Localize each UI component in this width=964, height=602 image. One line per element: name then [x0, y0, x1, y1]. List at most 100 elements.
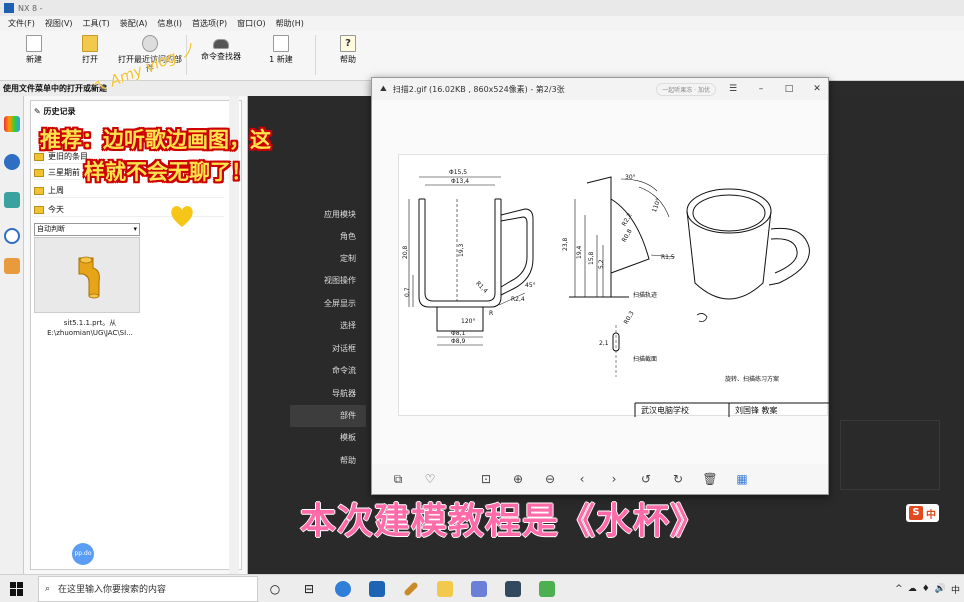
- technical-drawing: Φ15,5 Φ13,4 20,8 19,3 0,7 R1,4 R2,4 Φ8,1…: [398, 154, 829, 417]
- paint-brush-icon[interactable]: [394, 575, 428, 602]
- cup-drawing-svg: Φ15,5 Φ13,4 20,8 19,3 0,7 R1,4 R2,4 Φ8,1…: [402, 169, 829, 417]
- menu-tools[interactable]: 工具(T): [83, 18, 110, 29]
- context-menu-item[interactable]: 角色: [290, 226, 366, 248]
- minimize-icon[interactable]: –: [750, 84, 772, 94]
- dim-label: R0,8: [621, 228, 634, 244]
- tray-expand-icon[interactable]: ^: [895, 584, 903, 594]
- new-button[interactable]: 新建: [6, 31, 62, 79]
- new2-button[interactable]: 1 新建: [251, 31, 311, 79]
- dim-label: R1,5: [661, 254, 675, 261]
- rotate-left-icon[interactable]: ↺: [630, 472, 662, 486]
- viewer-account-pill[interactable]: 一起听果冻 · 加优: [656, 82, 716, 96]
- context-menu-item[interactable]: 帮助: [290, 450, 366, 472]
- prev-icon[interactable]: ‹: [566, 472, 598, 486]
- part-file-name[interactable]: sit5.1.1.prt。从 E:\zhuomian\UG\JAC\SI...: [30, 318, 150, 338]
- history-group[interactable]: 上周: [34, 184, 224, 198]
- edge-icon[interactable]: [326, 575, 360, 602]
- dim-label: R1,4: [474, 280, 489, 295]
- viewer-app-icon: ⛰: [380, 84, 387, 93]
- menu-icon[interactable]: ☰: [722, 84, 744, 94]
- folder-icon: [34, 205, 44, 214]
- roles-icon[interactable]: [4, 258, 20, 274]
- menu-view[interactable]: 视图(V): [45, 18, 73, 29]
- task-view-icon[interactable]: ⊟: [292, 575, 326, 602]
- heart-icon[interactable]: ♡: [414, 472, 446, 486]
- next-icon[interactable]: ›: [598, 472, 630, 486]
- image-app-icon[interactable]: [530, 575, 564, 602]
- drawing-caption: 扫描截面: [633, 355, 657, 363]
- overlay-caption-line2: 样就不会无聊了！: [84, 160, 252, 184]
- menu-assembly[interactable]: 装配(A): [120, 18, 148, 29]
- windows-start-icon[interactable]: [10, 581, 24, 596]
- context-menu-item[interactable]: 对话框: [290, 338, 366, 360]
- sogou-icon: S: [909, 506, 923, 520]
- dim-label: 120°: [461, 318, 475, 325]
- windows-taskbar: ⌕ 在这里输入你要搜索的内容 ○ ⊟ ^ ☁ ♦ 🔊 中: [0, 574, 964, 602]
- cloud-icon[interactable]: ☁: [908, 584, 917, 594]
- nx-window-title: NX 8 -: [18, 3, 43, 13]
- menu-window[interactable]: 窗口(O): [237, 18, 266, 29]
- menu-info[interactable]: 信息(I): [157, 18, 182, 29]
- context-menu-item[interactable]: 导航器: [290, 383, 366, 405]
- rotate-right-icon[interactable]: ↻: [662, 472, 694, 486]
- crop-icon[interactable]: ⧉: [382, 472, 414, 487]
- viewer-toolbar: ⧉ ♡ ⊡ ⊕ ⊖ ‹ › ↺ ↻ 🗑 ▦: [372, 464, 828, 494]
- web-icon[interactable]: [4, 154, 20, 170]
- history-group-label: 上周: [48, 186, 64, 195]
- grid-icon[interactable]: ▦: [726, 472, 758, 486]
- zoom-out-icon[interactable]: ⊖: [534, 472, 566, 486]
- cortana-icon[interactable]: ○: [258, 575, 292, 602]
- dim-label: Φ13,4: [451, 178, 469, 185]
- palette-icon[interactable]: [4, 116, 20, 132]
- context-menu-item[interactable]: 全屏显示: [290, 293, 366, 315]
- delete-icon[interactable]: 🗑: [694, 472, 726, 486]
- system-tray: ^ ☁ ♦ 🔊 中: [895, 575, 960, 602]
- file-explorer-icon[interactable]: [428, 575, 462, 602]
- dim-label: 15,8: [588, 251, 595, 265]
- navigator-icon[interactable]: [4, 192, 20, 208]
- dim-label: 30°: [625, 174, 636, 181]
- menu-help[interactable]: 帮助(H): [276, 18, 304, 29]
- nx-menubar: 文件(F) 视图(V) 工具(T) 装配(A) 信息(I) 首选项(P) 窗口(…: [0, 16, 964, 31]
- history-filter-select[interactable]: 自动判断 ▾: [34, 223, 140, 236]
- context-menu-item[interactable]: 模板: [290, 427, 366, 449]
- nx-app-icon[interactable]: [496, 575, 530, 602]
- ime-indicator[interactable]: S 中: [906, 504, 939, 522]
- baidu-floating-button[interactable]: pp.do: [72, 543, 94, 565]
- dim-label: 20,8: [402, 245, 409, 259]
- context-menu-item[interactable]: 选择: [290, 315, 366, 337]
- close-icon[interactable]: ✕: [806, 84, 828, 94]
- zoom-in-icon[interactable]: ⊕: [502, 472, 534, 486]
- pin-icon[interactable]: ✎: [34, 107, 44, 116]
- dim-label: 5,2: [598, 259, 605, 269]
- taskbar-search-box[interactable]: ⌕ 在这里输入你要搜索的内容: [38, 575, 258, 602]
- security-icon[interactable]: ♦: [922, 584, 930, 594]
- help-label: 帮助: [340, 55, 356, 64]
- viewer-title: 扫描2.gif (16.02KB , 860x524像素) - 第2/3张: [392, 84, 565, 94]
- context-menu-item[interactable]: 命令流: [290, 360, 366, 382]
- history-icon[interactable]: [4, 228, 20, 244]
- help-button[interactable]: ? 帮助: [320, 31, 376, 79]
- part-thumbnail[interactable]: [34, 237, 140, 313]
- fit-icon[interactable]: ⊡: [470, 472, 502, 486]
- new-label: 新建: [26, 55, 42, 64]
- canvas-decoration: [840, 420, 940, 490]
- drawing-caption: 旋转、扫描练习方案: [725, 375, 779, 383]
- new-file-icon: [273, 35, 289, 52]
- maximize-icon[interactable]: □: [778, 84, 800, 94]
- recent-clock-icon: [142, 35, 158, 52]
- context-menu-item[interactable]: 定制: [290, 248, 366, 270]
- volume-icon[interactable]: 🔊: [935, 584, 946, 594]
- command-finder-button[interactable]: 命令查找器: [191, 31, 251, 79]
- help-icon: ?: [340, 35, 356, 52]
- photos-app-icon[interactable]: [462, 575, 496, 602]
- input-language-icon[interactable]: 中: [951, 583, 960, 596]
- menu-preferences[interactable]: 首选项(P): [192, 18, 227, 29]
- context-menu-item[interactable]: 视图操作: [290, 270, 366, 292]
- mail-icon[interactable]: [360, 575, 394, 602]
- context-menu-item-selected[interactable]: 部件: [290, 405, 366, 427]
- new-file-icon: [26, 35, 42, 52]
- menu-file[interactable]: 文件(F): [8, 18, 35, 29]
- context-menu-item[interactable]: 应用模块: [290, 204, 366, 226]
- history-title-text: 历史记录: [43, 107, 76, 116]
